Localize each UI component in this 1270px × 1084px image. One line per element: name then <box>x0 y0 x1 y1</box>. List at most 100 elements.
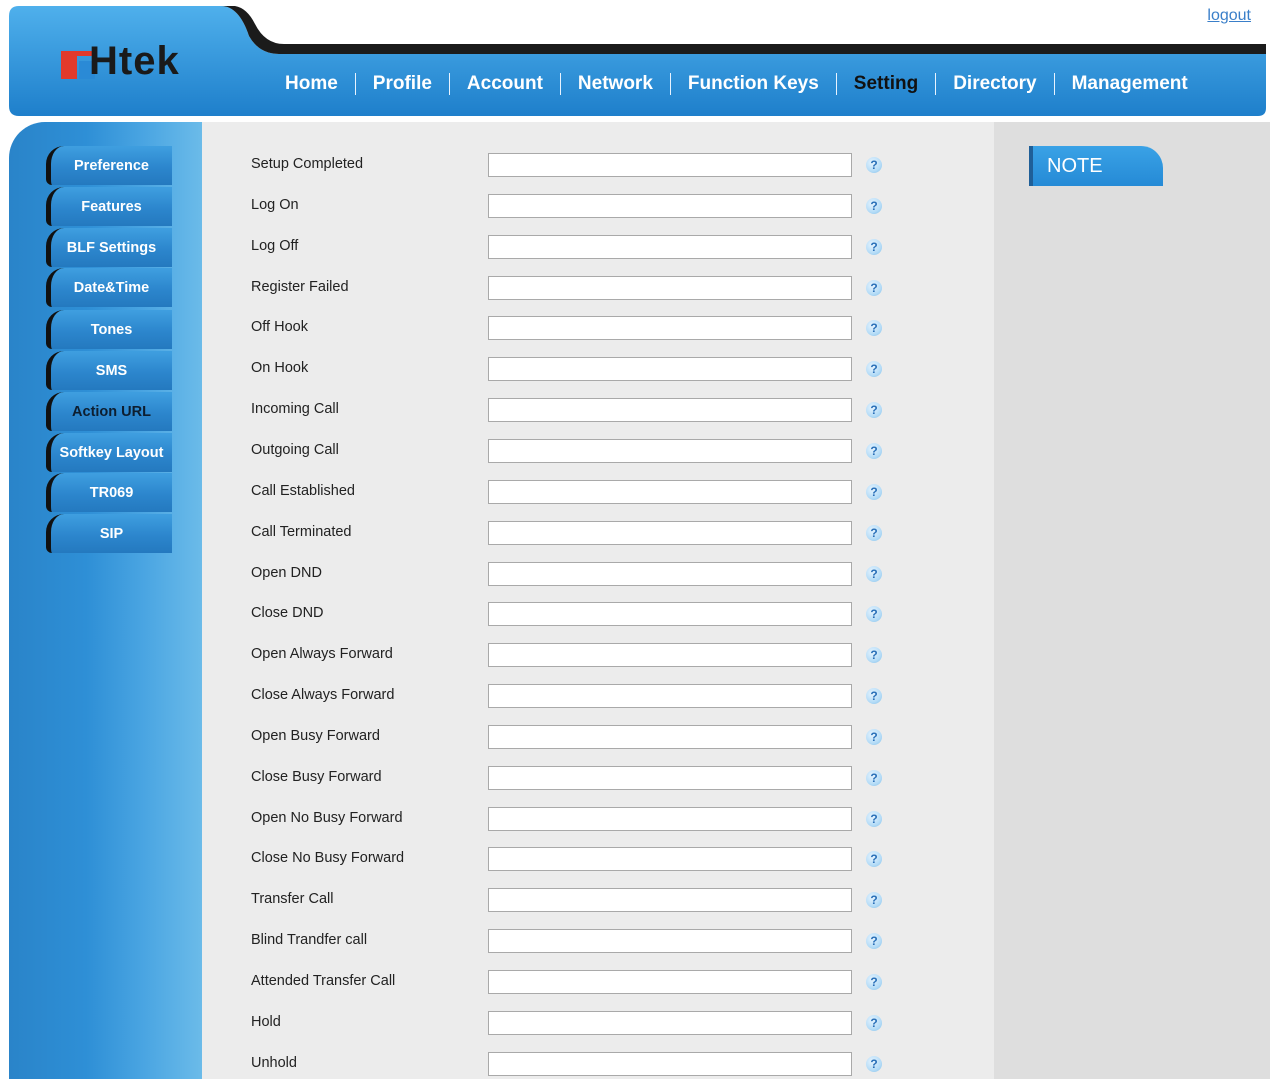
url-input[interactable] <box>488 316 852 341</box>
sidebar-item-softkey-layout[interactable]: Softkey Layout <box>46 433 172 472</box>
help-icon[interactable]: ? <box>866 320 882 337</box>
nav-function-keys[interactable]: Function Keys <box>688 73 819 95</box>
form-row: Close DND? <box>202 593 994 634</box>
help-icon[interactable]: ? <box>866 606 882 623</box>
sidebar-item-label[interactable]: Features <box>46 187 172 226</box>
sidebar-item-tones[interactable]: Tones <box>46 310 172 349</box>
sidebar-item-sip[interactable]: SIP <box>46 514 172 553</box>
url-input[interactable] <box>488 193 852 218</box>
form-row: Close Busy Forward? <box>202 757 994 798</box>
help-icon[interactable]: ? <box>866 442 882 459</box>
help-icon[interactable]: ? <box>866 361 882 378</box>
sidebar-item-label[interactable]: Preference <box>46 146 172 185</box>
nav-management[interactable]: Management <box>1072 73 1188 95</box>
form-row: Hold? <box>202 1002 994 1043</box>
url-input[interactable] <box>488 643 852 668</box>
nav-divider <box>835 73 837 95</box>
url-input[interactable] <box>488 806 852 831</box>
sidebar-item-label[interactable]: Softkey Layout <box>46 433 172 472</box>
url-input[interactable] <box>488 561 852 586</box>
field-label: Attended Transfer Call <box>251 973 396 989</box>
field-label: Open No Busy Forward <box>251 809 403 826</box>
sidebar-item-label[interactable]: SMS <box>46 351 172 390</box>
help-icon[interactable]: ? <box>866 647 882 664</box>
help-icon[interactable]: ? <box>866 157 882 173</box>
sidebar-item-label[interactable]: Action URL <box>46 392 172 431</box>
url-input[interactable] <box>488 765 852 790</box>
url-input[interactable] <box>488 357 852 382</box>
nav-directory[interactable]: Directory <box>953 73 1036 95</box>
help-icon[interactable]: ? <box>866 851 882 868</box>
form-row: Close No Busy Forward? <box>202 838 994 879</box>
help-icon[interactable]: ? <box>866 974 882 990</box>
help-icon[interactable]: ? <box>866 197 882 214</box>
url-input[interactable] <box>488 602 852 627</box>
field-label: Log Off <box>251 237 299 254</box>
url-input[interactable] <box>488 398 852 423</box>
url-input[interactable] <box>488 724 852 749</box>
help-icon[interactable]: ? <box>866 728 882 745</box>
field-label: Off Hook <box>251 319 308 336</box>
nav-home[interactable]: Home <box>285 73 338 95</box>
sidebar-item-label[interactable]: Date&Time <box>46 268 172 307</box>
url-input[interactable] <box>488 888 852 913</box>
sidebar-item-action-url[interactable]: Action URL <box>46 392 172 431</box>
nav-divider <box>354 73 356 95</box>
url-input[interactable] <box>488 970 852 994</box>
help-icon[interactable]: ? <box>866 524 882 541</box>
field-label: Close Always Forward <box>251 687 395 704</box>
form-row: Setup Completed? <box>202 144 994 185</box>
help-icon[interactable]: ? <box>866 810 882 827</box>
sidebar: Preference Features BLF Settings Date&Ti… <box>9 122 202 1079</box>
field-label: Close DND <box>251 605 324 622</box>
url-input[interactable] <box>488 684 852 709</box>
sidebar-item-tr069[interactable]: TR069 <box>46 473 172 512</box>
nav-network[interactable]: Network <box>578 73 653 95</box>
nav-setting[interactable]: Setting <box>854 73 918 95</box>
sidebar-item-sms[interactable]: SMS <box>46 351 172 390</box>
field-label: Hold <box>251 1013 281 1030</box>
form-row: On Hook? <box>202 348 994 389</box>
url-input[interactable] <box>488 275 852 300</box>
sidebar-item-label[interactable]: BLF Settings <box>46 228 172 267</box>
help-icon[interactable]: ? <box>866 1055 882 1072</box>
field-label: Open DND <box>251 564 322 581</box>
url-input[interactable] <box>488 438 852 463</box>
help-icon[interactable]: ? <box>866 1014 882 1031</box>
sidebar-item-blf-settings[interactable]: BLF Settings <box>46 228 172 267</box>
nav-profile[interactable]: Profile <box>373 73 432 95</box>
help-icon[interactable]: ? <box>866 238 882 255</box>
help-icon[interactable]: ? <box>866 688 882 705</box>
url-input[interactable] <box>488 1051 852 1076</box>
form-row: Transfer Call? <box>202 879 994 920</box>
nav-divider <box>935 73 937 95</box>
sidebar-item-preference[interactable]: Preference <box>46 146 172 185</box>
field-label: Close No Busy Forward <box>251 850 405 867</box>
form-row: Close Always Forward? <box>202 675 994 716</box>
help-icon[interactable]: ? <box>866 892 882 909</box>
url-input[interactable] <box>488 847 852 872</box>
url-input[interactable] <box>488 479 852 504</box>
sidebar-item-features[interactable]: Features <box>46 187 172 226</box>
note-panel: NOTE <box>994 122 1270 1079</box>
field-label: Open Busy Forward <box>251 727 380 744</box>
help-icon[interactable]: ? <box>866 483 882 500</box>
help-icon[interactable]: ? <box>866 279 882 296</box>
sidebar-item-label[interactable]: SIP <box>46 514 172 553</box>
sidebar-item-date-time[interactable]: Date&Time <box>46 268 172 307</box>
url-input[interactable] <box>488 929 852 954</box>
field-label: Outgoing Call <box>251 441 339 458</box>
help-icon[interactable]: ? <box>866 933 882 950</box>
help-icon[interactable]: ? <box>866 402 882 419</box>
sidebar-item-label[interactable]: Tones <box>46 310 172 349</box>
url-input[interactable] <box>488 520 852 545</box>
url-input[interactable] <box>488 1010 852 1035</box>
form-row: Incoming Call? <box>202 389 994 430</box>
nav-account[interactable]: Account <box>467 73 543 95</box>
url-input[interactable] <box>488 153 852 177</box>
field-label: Setup Completed <box>251 156 364 172</box>
help-icon[interactable]: ? <box>866 769 882 786</box>
url-input[interactable] <box>488 234 852 259</box>
help-icon[interactable]: ? <box>866 565 882 582</box>
sidebar-item-label[interactable]: TR069 <box>46 473 172 512</box>
